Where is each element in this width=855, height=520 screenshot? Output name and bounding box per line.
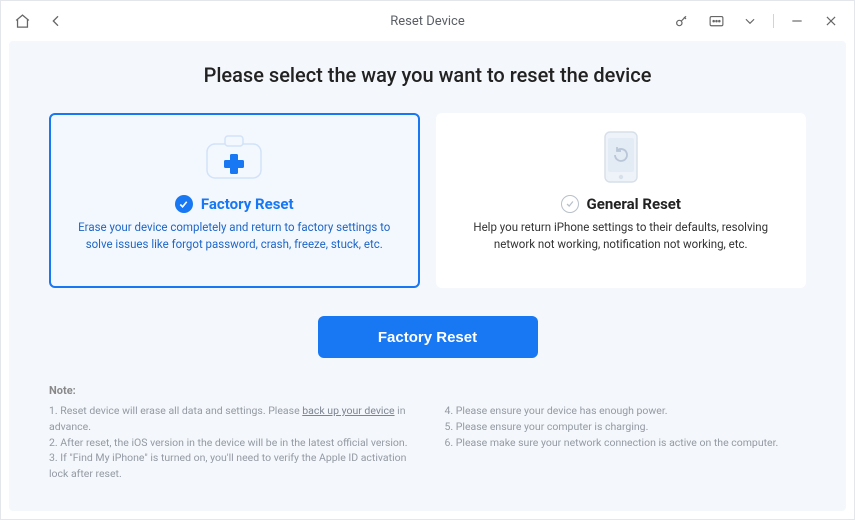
minimize-icon[interactable] — [786, 10, 808, 32]
feedback-icon[interactable] — [705, 10, 727, 32]
note-line-5: 5. Please ensure your computer is chargi… — [445, 419, 807, 435]
note-heading: Note: — [49, 384, 806, 397]
titlebar: Reset Device — [1, 1, 854, 41]
card-general-reset[interactable]: General Reset Help you return iPhone set… — [436, 113, 807, 288]
note-line-6: 6. Please make sure your network connect… — [445, 435, 807, 451]
card-description: Erase your device completely and return … — [69, 219, 400, 254]
home-icon[interactable] — [11, 10, 33, 32]
card-title: Factory Reset — [201, 195, 294, 213]
backup-link[interactable]: back up your device — [302, 404, 394, 417]
note-section: Note: 1. Reset device will erase all dat… — [49, 384, 806, 482]
back-icon[interactable] — [45, 10, 67, 32]
close-icon[interactable] — [820, 10, 842, 32]
card-title: General Reset — [587, 195, 681, 213]
briefcase-medical-icon — [201, 127, 267, 187]
chevron-down-icon[interactable] — [739, 10, 761, 32]
factory-reset-button[interactable]: Factory Reset — [318, 316, 538, 358]
phone-refresh-icon — [599, 127, 643, 187]
note-line-2: 2. After reset, the iOS version in the d… — [49, 435, 411, 451]
key-icon[interactable] — [671, 10, 693, 32]
card-description: Help you return iPhone settings to their… — [456, 219, 787, 254]
check-icon — [175, 195, 193, 213]
check-icon — [561, 195, 579, 213]
note-line-4: 4. Please ensure your device has enough … — [445, 403, 807, 419]
titlebar-divider — [773, 14, 774, 28]
note-line-3: 3. If "Find My iPhone" is turned on, you… — [49, 450, 411, 482]
option-cards: Factory Reset Erase your device complete… — [49, 113, 806, 288]
card-factory-reset[interactable]: Factory Reset Erase your device complete… — [49, 113, 420, 288]
page-headline: Please select the way you want to reset … — [49, 63, 806, 87]
content-area: Please select the way you want to reset … — [9, 41, 846, 511]
note-line-1: 1. Reset device will erase all data and … — [49, 403, 411, 435]
